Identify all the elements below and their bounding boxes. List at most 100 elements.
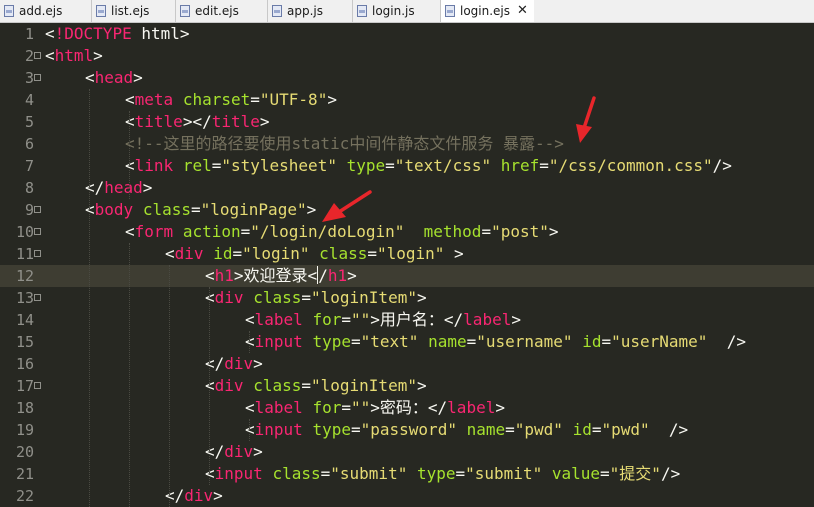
code-text: <h1>欢迎登录</h1> [205,265,357,287]
code-text: <label for="">密码：</label> [245,397,505,419]
code-token: label [254,310,303,329]
code-line[interactable]: 10 <form action="/login/doLogin" method="… [0,221,814,243]
code-line[interactable]: 7 <link rel="stylesheet" type="text/css" … [0,155,814,177]
code-line[interactable]: 1 <!DOCTYPE html> [0,23,814,45]
code-token: </ [205,354,225,373]
code-token: "loginPage" [200,200,307,219]
code-token: type [312,332,351,351]
code-line[interactable]: 15 <input type="text" name="username" id=… [0,331,814,353]
code-token: </ [85,178,105,197]
code-token: body [94,200,134,219]
line-number: 19 [15,421,34,439]
line-number: 7 [24,157,34,175]
code-line[interactable]: 14 <label for="">用户名：</label> [0,309,814,331]
code-line[interactable]: 6 <!--这里的路径要使用static中间件静态文件服务 暴露--> [0,133,814,155]
line-number: 21 [15,465,34,483]
code-line[interactable]: 9 <body class="loginPage"> [0,199,814,221]
code-line[interactable]: 16 </div> [0,353,814,375]
code-text: <!--这里的路径要使用static中间件静态文件服务 暴露--> [125,133,564,155]
editor-window: add.ejs list.ejs edit.ejs app.js login.js log… [0,0,814,507]
ejs-file-icon [96,5,106,17]
code-line[interactable]: 19 <input type="password" name="pwd" id="… [0,419,814,441]
code-token: >用户名：</ [370,310,464,329]
ejs-file-icon [445,5,455,17]
code-text: </div> [205,353,263,375]
code-line[interactable]: 12 <h1>欢迎登录</h1> [0,265,814,287]
tab-label: app.js [287,4,323,18]
tab-edit-ejs[interactable]: edit.ejs [176,0,268,22]
code-token: /> [660,464,681,483]
code-token: for [312,310,342,329]
fold-marker-icon[interactable] [34,228,41,235]
ejs-file-icon [4,5,14,17]
code-token: < [125,222,135,241]
code-line[interactable]: 18 <label for="">密码：</label> [0,397,814,419]
code-token: input [214,464,263,483]
code-token: >欢迎登录< [233,266,318,285]
code-token: = [250,90,260,109]
code-token: >密码：</ [370,398,448,417]
code-line[interactable]: 11 <div id="login" class="login" > [0,243,814,265]
code-token: = [600,464,610,483]
tab-login-js[interactable]: login.js [353,0,441,22]
code-token: "userName" [611,332,708,351]
code-line[interactable]: 22 </div> [0,485,814,507]
code-token: div [224,442,254,461]
code-token: label [447,398,496,417]
indent-guide [89,89,90,507]
code-line[interactable]: 21 <input class="submit" type="submit" va… [0,463,814,485]
code-token: "submit" [330,464,408,483]
tab-label: login.ejs [460,4,511,18]
code-token: div [214,376,244,395]
fold-marker-icon[interactable] [34,250,41,257]
code-token: > [444,244,464,263]
fold-marker-icon[interactable] [34,382,41,389]
code-line[interactable]: 2 <html> [0,45,814,67]
code-line[interactable]: 3 <head> [0,67,814,89]
code-token: action [182,222,241,241]
code-token: input [254,332,303,351]
code-token: div [224,354,254,373]
code-token: id [572,420,592,439]
code-token: = [601,332,612,351]
code-text: <meta charset="UTF-8"> [125,89,337,111]
code-line[interactable]: 20 </div> [0,441,814,463]
code-token: id [582,332,602,351]
line-number: 11 [15,245,34,263]
code-text: <div id="login" class="login" > [165,243,464,265]
code-line[interactable]: 5 <title></title> [0,111,814,133]
tab-label: add.ejs [19,4,63,18]
line-number: 15 [15,333,34,351]
code-token: </ [205,442,225,461]
code-line[interactable]: 13 <div class="loginItem"> [0,287,814,309]
code-token: = [481,222,492,241]
code-token: head [94,68,134,87]
tab-login-ejs[interactable]: login.ejs ✕ [441,0,534,22]
fold-marker-icon[interactable] [34,52,41,59]
code-line[interactable]: 8 </head> [0,177,814,199]
tab-app-js[interactable]: app.js [268,0,353,22]
tab-add-ejs[interactable]: add.ejs [0,0,92,22]
code-editor[interactable]: 1 <!DOCTYPE html> 2 <html> 3 <head> 4 <meta cha… [0,23,814,507]
fold-marker-icon[interactable] [34,294,41,301]
close-icon[interactable]: ✕ [517,0,528,22]
tab-list-ejs[interactable]: list.ejs [92,0,176,22]
code-token: type [346,156,386,175]
code-token: div [214,288,244,307]
fold-marker-icon[interactable] [34,74,41,81]
code-token: /> [707,332,746,351]
code-token: "loginItem" [311,288,417,307]
code-token: = [190,200,201,219]
code-line[interactable]: 17 <div class="loginItem"> [0,375,814,397]
fold-marker-icon[interactable] [34,206,41,213]
code-line[interactable]: 4 <meta charset="UTF-8"> [0,89,814,111]
code-token: / [318,266,328,285]
